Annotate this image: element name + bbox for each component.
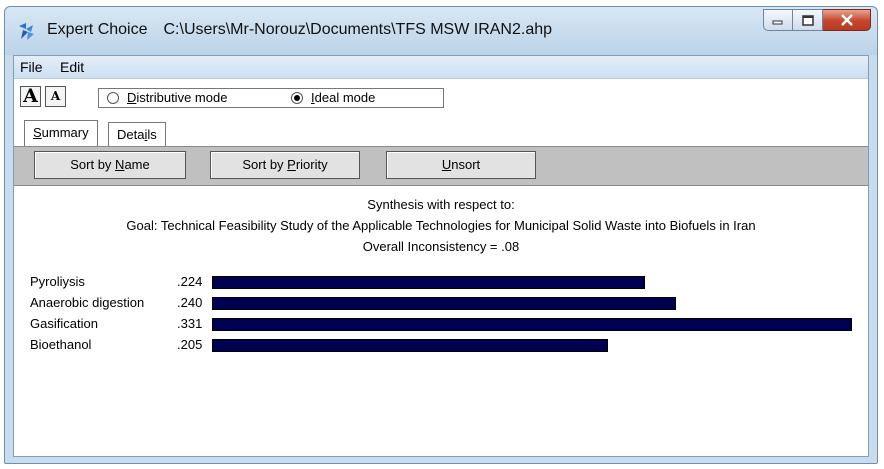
close-icon: [840, 14, 853, 26]
expert-choice-icon: [19, 23, 34, 40]
ideal-mode-radio[interactable]: Ideal mode: [291, 90, 375, 105]
minimize-icon: [772, 20, 783, 25]
alternative-label: Pyroliysis: [30, 274, 85, 289]
menu-edit[interactable]: Edit: [60, 59, 84, 75]
synthesis-heading: Synthesis with respect to:: [367, 197, 515, 212]
close-button[interactable]: [823, 9, 871, 31]
overall-inconsistency: Overall Inconsistency = .08: [362, 239, 520, 254]
priority-bar: [212, 276, 645, 289]
sort-toolbar: Sort by Name Sort by Priority Unsort: [14, 146, 868, 186]
maximize-button[interactable]: [793, 9, 823, 31]
menu-bar: File Edit: [14, 56, 868, 79]
menu-file[interactable]: File: [20, 59, 43, 75]
increase-font-button[interactable]: A: [20, 86, 41, 107]
alternative-label: Anaerobic digestion: [30, 295, 145, 310]
alternative-priority-value: .331: [177, 316, 203, 331]
priority-bar: [212, 297, 676, 310]
tab-summary[interactable]: Summary: [24, 120, 98, 146]
alternative-label: Gasification: [30, 316, 98, 331]
decrease-font-button[interactable]: A: [45, 86, 66, 107]
sort-by-priority-button[interactable]: Sort by Priority: [210, 151, 360, 179]
maximize-icon: [801, 14, 814, 26]
client-area: File Edit A A Distributive mode Ideal mo…: [13, 55, 869, 457]
alternative-priority-value: .224: [177, 274, 203, 289]
alternative-priority-value: .240: [177, 295, 203, 310]
alternative-label: Bioethanol: [30, 337, 92, 352]
priority-bar: [212, 339, 608, 352]
distributive-radio-circle: [107, 91, 119, 104]
distributive-mode-radio[interactable]: Distributive mode: [107, 90, 227, 105]
ideal-mode-label: Ideal mode: [311, 90, 376, 105]
tab-details[interactable]: Details: [108, 122, 166, 146]
window-title: Expert Choice C:\Users\Mr-Norouz\Document…: [47, 21, 552, 39]
ideal-radio-circle: [291, 91, 303, 104]
priority-bar: [212, 318, 852, 331]
goal-text: Goal: Technical Feasibility Study of the…: [126, 218, 756, 233]
minimize-button[interactable]: [763, 9, 793, 31]
title-bar[interactable]: Expert Choice C:\Users\Mr-Norouz\Document…: [5, 7, 877, 55]
sort-by-name-button[interactable]: Sort by Name: [34, 151, 186, 179]
mode-selector: Distributive mode Ideal mode: [98, 88, 444, 108]
file-path: C:\Users\Mr-Norouz\Documents\TFS MSW IRA…: [163, 21, 553, 38]
app-window: Expert Choice C:\Users\Mr-Norouz\Document…: [4, 6, 878, 464]
distributive-mode-label: Distributive mode: [127, 90, 228, 105]
window-controls: [763, 9, 871, 33]
alternative-priority-value: .205: [177, 337, 203, 352]
app-name: Expert Choice: [47, 21, 148, 38]
unsort-button[interactable]: Unsort: [386, 151, 536, 179]
